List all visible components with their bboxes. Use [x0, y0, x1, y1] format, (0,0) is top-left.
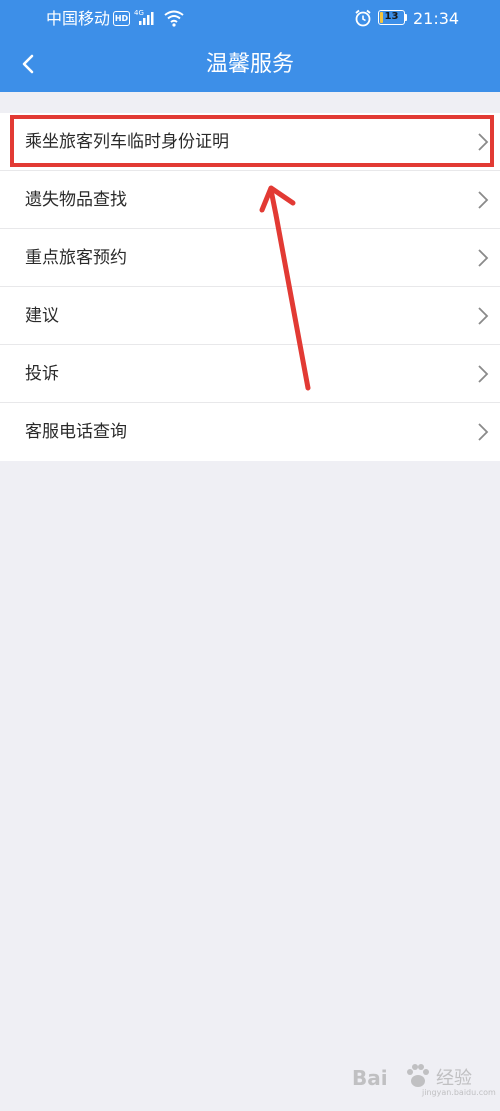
chevron-right-icon	[476, 306, 490, 330]
carrier-name: 中国移动	[46, 9, 111, 28]
menu-item-customer-service-phone[interactable]: 客服电话查询	[0, 403, 500, 461]
wifi-icon	[164, 9, 184, 31]
watermark-sub: 经验	[436, 1068, 472, 1089]
menu-item-label: 建议	[25, 306, 59, 326]
chevron-right-icon	[476, 132, 490, 156]
alarm-icon	[353, 8, 373, 32]
chevron-right-icon	[476, 190, 490, 214]
battery-level: 13	[384, 11, 399, 22]
menu-item-complaint[interactable]: 投诉	[0, 345, 500, 403]
menu-item-temporary-id[interactable]: 乘坐旅客列车临时身份证明	[0, 113, 500, 171]
menu-item-label: 客服电话查询	[25, 422, 127, 442]
battery-icon: 13	[378, 10, 405, 25]
chevron-right-icon	[476, 364, 490, 388]
chevron-right-icon	[476, 422, 490, 446]
network-type-label: 4G	[134, 9, 144, 17]
app-header: 中国移动 HD 4G 13 21:34 温馨服务	[0, 0, 500, 92]
menu-item-suggestion[interactable]: 建议	[0, 287, 500, 345]
status-bar: 中国移动 HD 4G 13 21:34	[0, 0, 500, 38]
menu-item-lost-items[interactable]: 遗失物品查找	[0, 171, 500, 229]
service-menu-list: 乘坐旅客列车临时身份证明 遗失物品查找 重点旅客预约 建议 投诉 客服电话查询	[0, 113, 500, 461]
chevron-right-icon	[476, 248, 490, 272]
status-time: 21:34	[413, 9, 460, 28]
battery-tip	[405, 14, 407, 21]
watermark-url: jingyan.baidu.com	[422, 1088, 496, 1097]
menu-item-label: 重点旅客预约	[25, 248, 127, 268]
baidu-watermark: Bai 经验 jingyan.baidu.com	[352, 1058, 496, 1098]
page-title: 温馨服务	[205, 52, 294, 77]
hd-badge: HD	[113, 11, 130, 26]
menu-item-label: 遗失物品查找	[25, 190, 127, 210]
menu-item-label: 乘坐旅客列车临时身份证明	[25, 132, 229, 152]
watermark-brand: Bai	[352, 1066, 388, 1090]
menu-item-priority-passenger[interactable]: 重点旅客预约	[0, 229, 500, 287]
signal-icon: 4G	[134, 8, 158, 32]
menu-item-label: 投诉	[25, 364, 59, 384]
navigation-bar: 温馨服务	[0, 38, 500, 92]
